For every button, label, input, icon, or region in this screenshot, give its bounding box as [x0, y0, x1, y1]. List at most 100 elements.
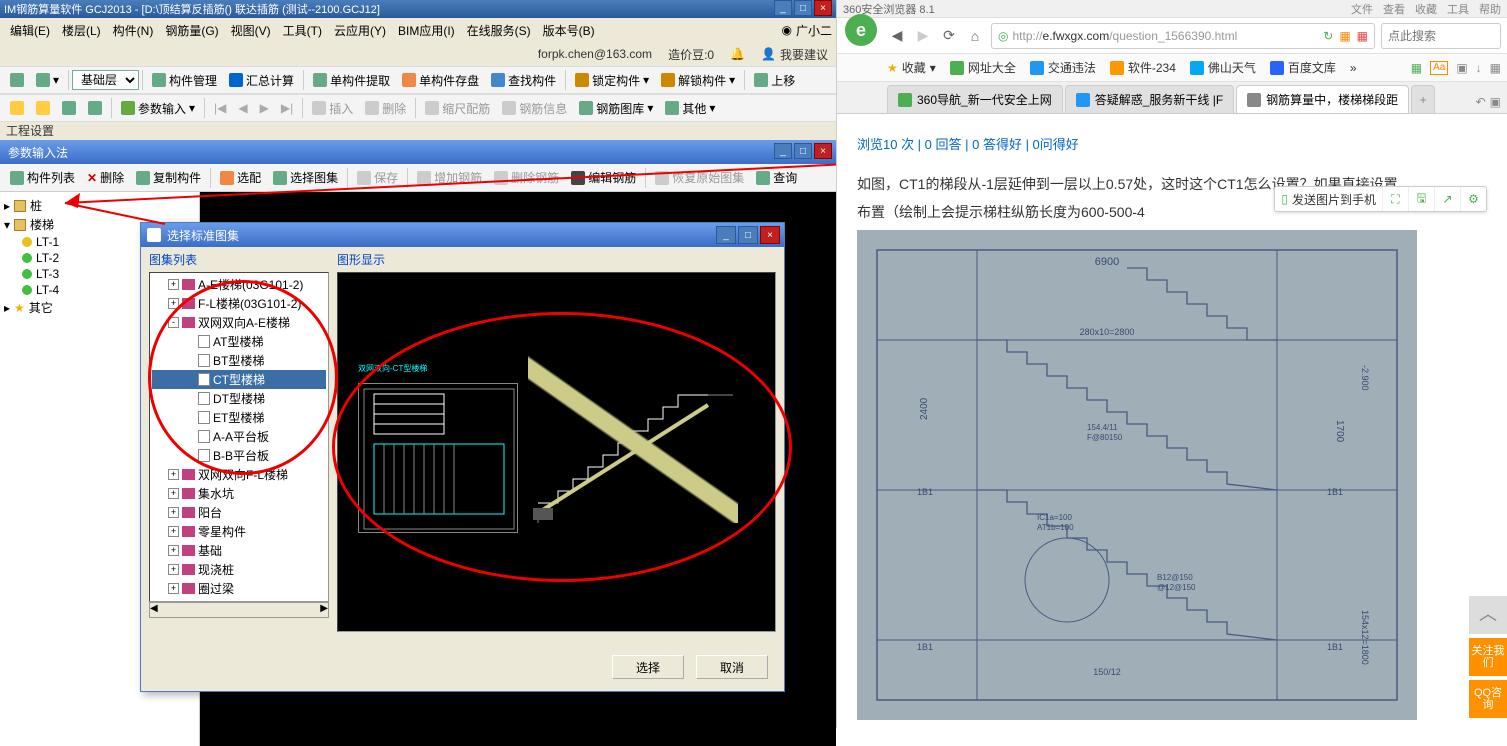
atlas-item[interactable]: +阳台	[152, 503, 326, 522]
sub-minimize[interactable]: _	[774, 143, 792, 159]
question-image[interactable]: 6900 2400 1700 280x10=2800 154.4/11 F@80…	[857, 230, 1417, 720]
ext-icon-3[interactable]: ▣	[1456, 61, 1467, 75]
atlas-item[interactable]: ET型楼梯	[152, 408, 326, 427]
component-list-button[interactable]: 构件列表	[4, 167, 81, 188]
save-button[interactable]: 保存	[351, 167, 404, 188]
url-bar[interactable]: ◎ http://e.fwxgx.com/question_1566390.ht…	[991, 23, 1375, 49]
expand-icon[interactable]: -	[168, 317, 179, 328]
bookmark-software[interactable]: 软件-234	[1110, 59, 1176, 76]
new-tab-button[interactable]: +	[1411, 85, 1435, 113]
bookmark-weather[interactable]: 佛山天气	[1190, 59, 1256, 76]
follow-us-button[interactable]: 关注我们	[1469, 638, 1507, 676]
dialog-title-bar[interactable]: 选择标准图集 _ □ ×	[141, 223, 784, 247]
media-prev[interactable]: ◀	[232, 99, 253, 117]
expand-icon[interactable]: +	[168, 298, 179, 309]
other-button[interactable]: 其他▾	[659, 98, 721, 119]
save-img-button[interactable]: 🖫	[1408, 187, 1434, 211]
media-first[interactable]: |◀	[208, 99, 232, 117]
menu-floor[interactable]: 楼层(L)	[56, 22, 107, 39]
select-match-button[interactable]: 选配	[214, 167, 267, 188]
br-menu-help[interactable]: 帮助	[1479, 1, 1501, 17]
reload-button[interactable]: ⟳	[939, 26, 959, 46]
single-save-button[interactable]: 单构件存盘	[396, 70, 485, 91]
move-up-button[interactable]: 上移	[748, 70, 801, 91]
nav-prev[interactable]	[30, 99, 56, 117]
forward-button[interactable]: ▶	[913, 26, 933, 46]
search-input[interactable]	[1381, 23, 1501, 49]
bookmark-baidu[interactable]: 百度文库	[1270, 59, 1336, 76]
atlas-item[interactable]: +双网双向F-L楼梯	[152, 465, 326, 484]
ext1-icon[interactable]: ▦	[1339, 29, 1350, 43]
copy-comp-button[interactable]: 复制构件	[130, 167, 207, 188]
menu-view[interactable]: 视图(V)	[225, 22, 277, 39]
tab-restore-icon[interactable]: ↶	[1476, 95, 1486, 109]
menu-tools[interactable]: 工具(T)	[277, 22, 328, 39]
feedback-button[interactable]: 👤 我要建议	[761, 46, 828, 63]
expand-icon[interactable]: +	[168, 279, 179, 290]
edit-rebar-button[interactable]: 编辑钢筋	[565, 167, 642, 188]
dlg-maximize[interactable]: □	[738, 226, 758, 244]
media-next[interactable]: ▶	[254, 99, 275, 117]
br-menu-file[interactable]: 文件	[1351, 1, 1373, 17]
atlas-item[interactable]: CT型楼梯	[152, 370, 326, 389]
tb1-btn-a[interactable]	[4, 71, 30, 89]
settings-button[interactable]: ⚙	[1460, 187, 1486, 211]
del-rebar-button[interactable]: 删除钢筋	[488, 167, 565, 188]
fullscreen-button[interactable]: ⛶	[1382, 187, 1408, 211]
unlock-button[interactable]: 解锁构件▾	[655, 70, 741, 91]
expand-icon[interactable]: +	[168, 545, 179, 556]
share-button[interactable]: ↗	[1434, 187, 1460, 211]
menu-cloud[interactable]: 云应用(Y)	[328, 22, 392, 39]
single-extract-button[interactable]: 单构件提取	[307, 70, 396, 91]
insert-button[interactable]: 插入	[306, 98, 359, 119]
minimize-button[interactable]: _	[774, 0, 792, 16]
atlas-item[interactable]: DT型楼梯	[152, 389, 326, 408]
bookmark-fav[interactable]: ★收藏▾	[887, 59, 936, 76]
bookmark-traffic[interactable]: 交通违法	[1030, 59, 1096, 76]
dlg-minimize[interactable]: _	[716, 226, 736, 244]
component-mgmt-button[interactable]: 构件管理	[146, 70, 223, 91]
expand-icon[interactable]: +	[168, 469, 179, 480]
br-menu-fav[interactable]: 收藏	[1415, 1, 1437, 17]
atlas-item[interactable]: +A-E楼梯(03G101-2)	[152, 275, 326, 294]
dlg-close[interactable]: ×	[760, 226, 780, 244]
scroll-top-button[interactable]: ︿	[1469, 596, 1507, 634]
find-component-button[interactable]: 查找构件	[485, 70, 562, 91]
atlas-item[interactable]: -双网双向A-E楼梯	[152, 313, 326, 332]
menu-online[interactable]: 在线服务(S)	[461, 22, 537, 39]
bell-icon[interactable]: 🔔	[730, 47, 745, 61]
expand-icon[interactable]: +	[168, 507, 179, 518]
lock-button[interactable]: 锁定构件▾	[569, 70, 655, 91]
atlas-item[interactable]: BT型楼梯	[152, 351, 326, 370]
expand-icon[interactable]: +	[168, 583, 179, 594]
menu-bim[interactable]: BIM应用(I)	[392, 22, 461, 39]
atlas-item[interactable]: AT型楼梯	[152, 332, 326, 351]
select-atlas-button[interactable]: 选择图集	[267, 167, 344, 188]
floor-select[interactable]: 基础层	[72, 70, 139, 90]
tree-node-pile[interactable]: ▸桩	[4, 196, 195, 215]
bookmark-sites[interactable]: 网址大全	[950, 59, 1016, 76]
bookmarks-more[interactable]: »	[1350, 61, 1357, 75]
search-button[interactable]: 查询	[750, 167, 803, 188]
ok-button[interactable]: 选择	[612, 655, 684, 679]
expand-icon[interactable]: +	[168, 488, 179, 499]
br-menu-view[interactable]: 查看	[1383, 1, 1405, 17]
add-rebar-button[interactable]: 增加钢筋	[411, 167, 488, 188]
back-button[interactable]: ◀	[887, 26, 907, 46]
atlas-item[interactable]: B-B平台板	[152, 446, 326, 465]
ext-icon-5[interactable]: ▦	[1490, 61, 1501, 75]
browser-logo-icon[interactable]: e	[845, 14, 877, 46]
br-menu-tools[interactable]: 工具	[1447, 1, 1469, 17]
tool2[interactable]	[82, 99, 108, 117]
restore-button[interactable]: 恢复原始图集	[649, 167, 750, 188]
tab-360[interactable]: 360导航_新一代安全上网	[887, 85, 1063, 113]
close-button[interactable]: ×	[814, 0, 832, 16]
atlas-item[interactable]: +F-L楼梯(03G101-2)	[152, 294, 326, 313]
tab-current[interactable]: 钢筋算量中，楼梯梯段距	[1236, 85, 1409, 113]
h-scrollbar[interactable]: ◀▶	[149, 602, 329, 618]
tool1[interactable]	[56, 99, 82, 117]
sync-icon[interactable]: ↻	[1323, 29, 1333, 43]
rebar-lib-button[interactable]: 钢筋图库▾	[573, 98, 659, 119]
ext-icon-1[interactable]: ▦	[1411, 61, 1422, 75]
send-to-phone-button[interactable]: ▯发送图片到手机	[1275, 187, 1382, 211]
